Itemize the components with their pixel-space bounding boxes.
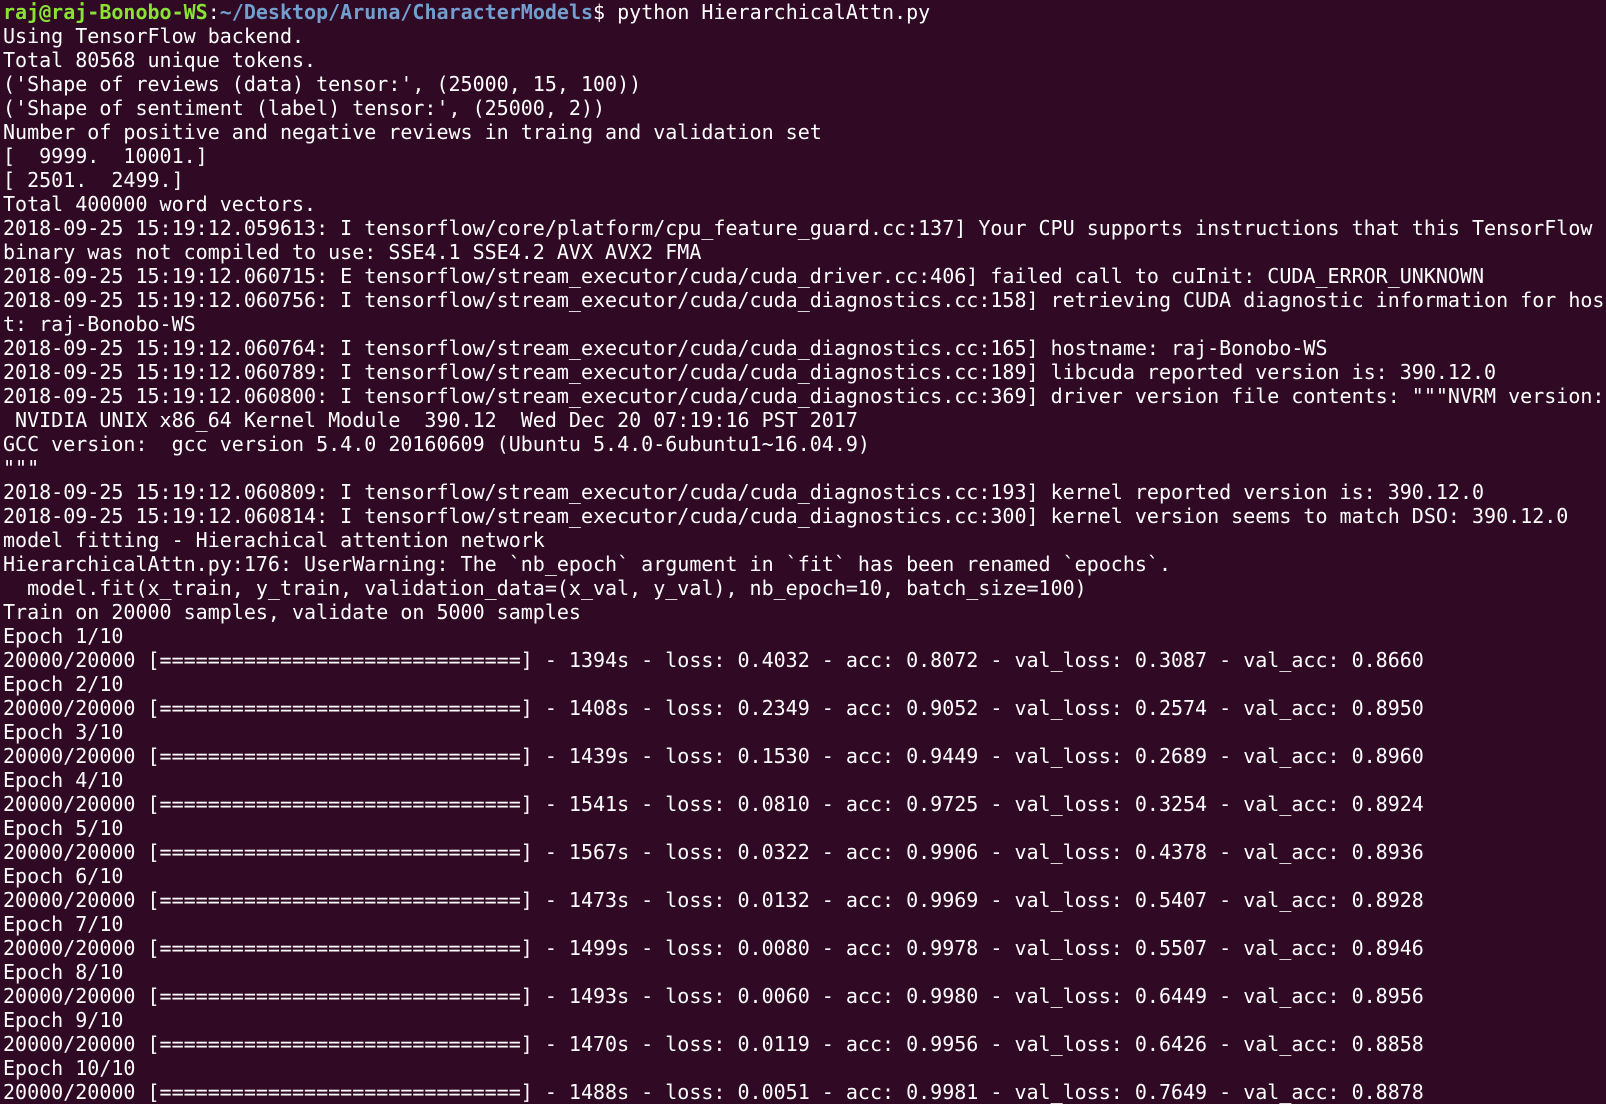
output-line: Epoch 10/10 (3, 1056, 136, 1080)
prompt-dollar: $ (593, 0, 618, 24)
output-line: Epoch 4/10 (3, 768, 124, 792)
command-text: python HierarchicalAttn.py (617, 0, 931, 24)
output-line: Epoch 5/10 (3, 816, 124, 840)
output-line: model.fit(x_train, y_train, validation_d… (3, 576, 1087, 600)
output-line: GCC version: gcc version 5.4.0 20160609 … (3, 432, 870, 456)
output-line: 2018-09-25 15:19:12.060764: I tensorflow… (3, 336, 1328, 360)
output-line: 2018-09-25 15:19:12.060809: I tensorflow… (3, 480, 1485, 504)
output-line: [ 9999. 10001.] (3, 144, 208, 168)
output-line: Epoch 9/10 (3, 1008, 124, 1032)
output-line: Epoch 1/10 (3, 624, 124, 648)
output-line: 20000/20000 [===========================… (3, 648, 1424, 672)
output-line: ('Shape of sentiment (label) tensor:', (… (3, 96, 606, 120)
output-line: 20000/20000 [===========================… (3, 696, 1424, 720)
output-line: t: raj-Bonobo-WS (3, 312, 196, 336)
prompt-separator: : (207, 0, 220, 24)
output-line: 2018-09-25 15:19:12.060756: I tensorflow… (3, 288, 1605, 312)
output-line: Number of positive and negative reviews … (3, 120, 822, 144)
output-line: Total 80568 unique tokens. (3, 48, 317, 72)
output-line: Using TensorFlow backend. (3, 24, 305, 48)
output-line: binary was not compiled to use: SSE4.1 S… (3, 240, 702, 264)
output-line: 20000/20000 [===========================… (3, 1080, 1424, 1104)
prompt-path: ~/Desktop/Aruna/CharacterModels (219, 0, 594, 24)
output-line: ('Shape of reviews (data) tensor:', (250… (3, 72, 642, 96)
output-line: 2018-09-25 15:19:12.060814: I tensorflow… (3, 504, 1569, 528)
output-line: 2018-09-25 15:19:12.060800: I tensorflow… (3, 384, 1605, 408)
output-line: Epoch 3/10 (3, 720, 124, 744)
output-line: Epoch 2/10 (3, 672, 124, 696)
output-line: HierarchicalAttn.py:176: UserWarning: Th… (3, 552, 1171, 576)
output-line: 20000/20000 [===========================… (3, 744, 1424, 768)
output-line: 20000/20000 [===========================… (3, 840, 1424, 864)
output-line: 20000/20000 [===========================… (3, 1032, 1424, 1056)
terminal-output: Using TensorFlow backend. Total 80568 uni… (3, 24, 1606, 1104)
output-line: 20000/20000 [===========================… (3, 984, 1424, 1008)
output-line: 20000/20000 [===========================… (3, 888, 1424, 912)
terminal-window[interactable]: raj@raj-Bonobo-WS:~/Desktop/Aruna/Charac… (0, 0, 1606, 1104)
output-line: 2018-09-25 15:19:12.060789: I tensorflow… (3, 360, 1497, 384)
output-line: 2018-09-25 15:19:12.060715: E tensorflow… (3, 264, 1485, 288)
output-line: model fitting - Hierachical attention ne… (3, 528, 545, 552)
output-line: 2018-09-25 15:19:12.059613: I tensorflow… (3, 216, 1593, 240)
output-line: [ 2501. 2499.] (3, 168, 184, 192)
output-line: 20000/20000 [===========================… (3, 792, 1424, 816)
prompt-line: raj@raj-Bonobo-WS:~/Desktop/Aruna/Charac… (3, 0, 1606, 24)
output-line: Train on 20000 samples, validate on 5000… (3, 600, 581, 624)
output-line: Total 400000 word vectors. (3, 192, 317, 216)
prompt-user-host: raj@raj-Bonobo-WS (3, 0, 208, 24)
output-line: Epoch 8/10 (3, 960, 124, 984)
output-line: """ (3, 456, 40, 480)
output-line: NVIDIA UNIX x86_64 Kernel Module 390.12 … (3, 408, 858, 432)
output-line: Epoch 7/10 (3, 912, 124, 936)
output-line: Epoch 6/10 (3, 864, 124, 888)
output-line: 20000/20000 [===========================… (3, 936, 1424, 960)
